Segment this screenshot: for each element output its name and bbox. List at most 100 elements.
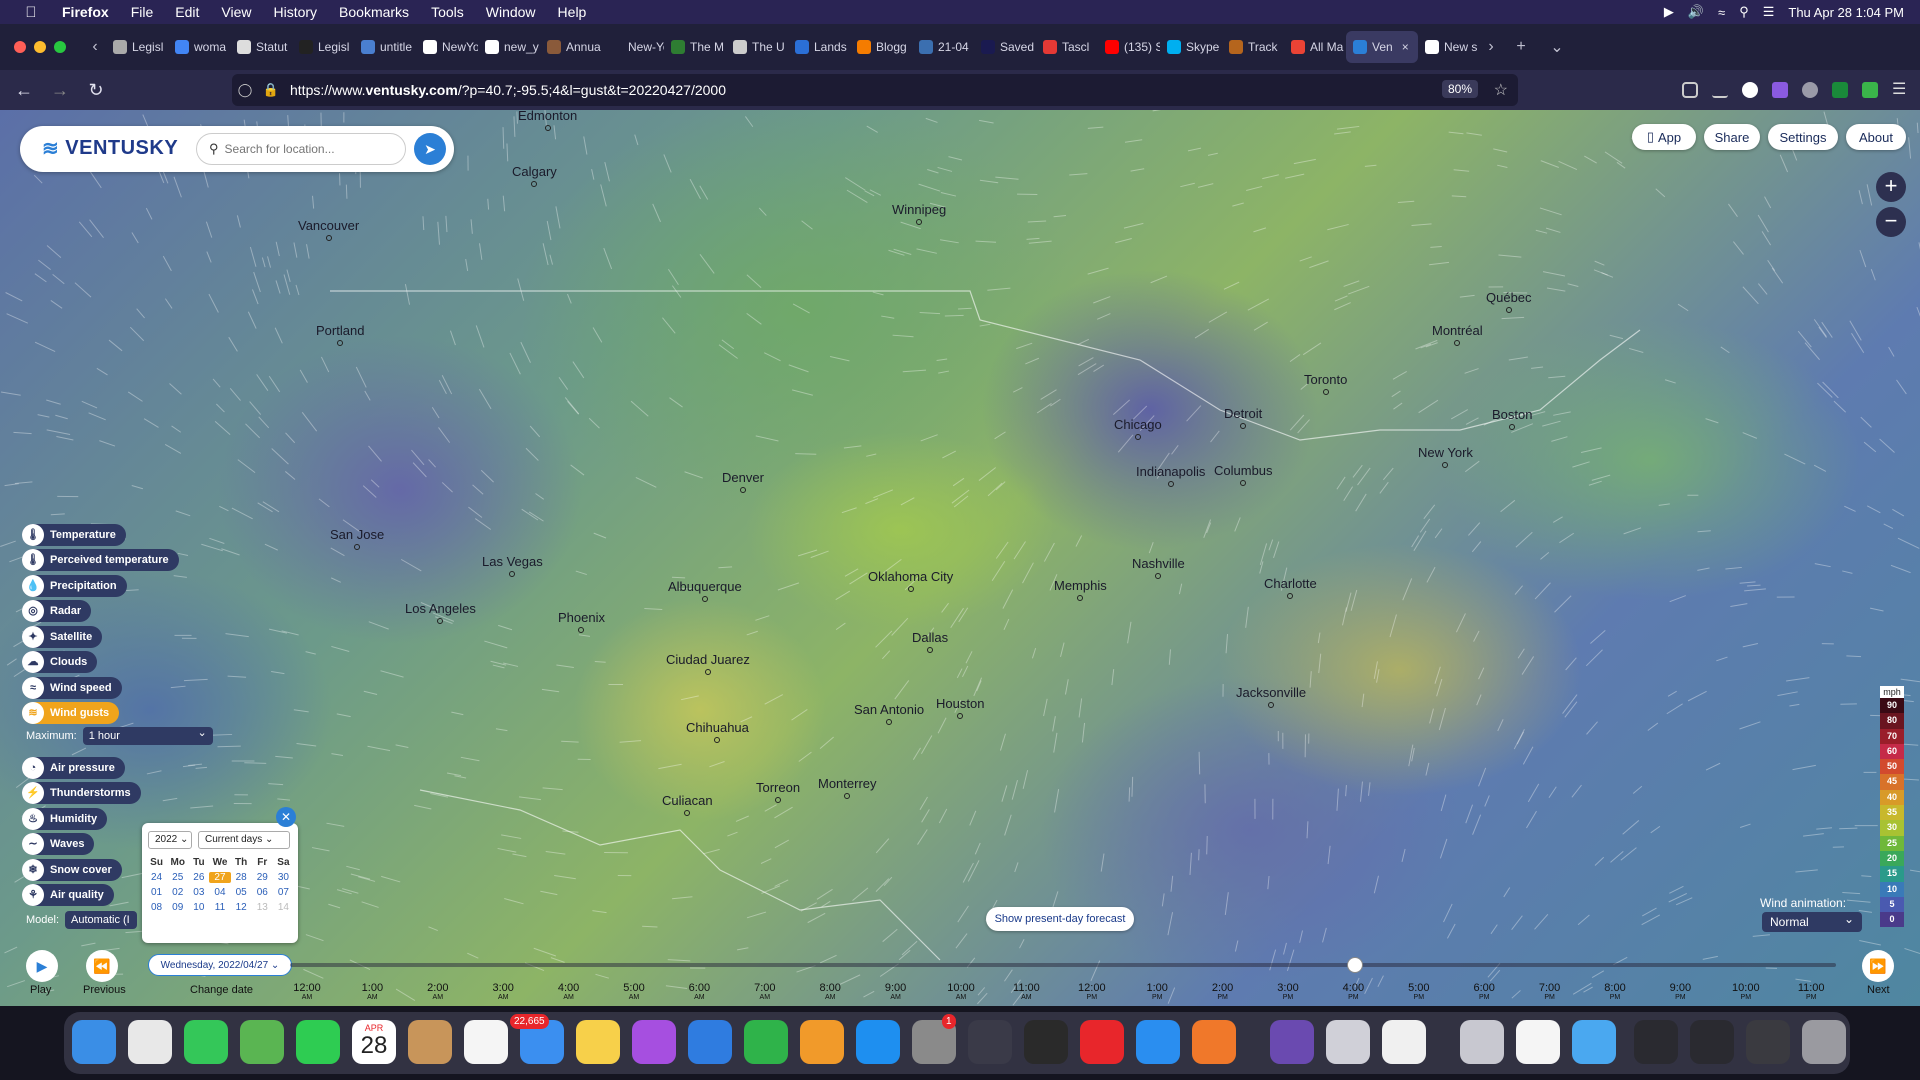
- menu-window[interactable]: Window: [486, 4, 536, 20]
- timeline-hour[interactable]: 2:00 AM: [413, 982, 463, 1002]
- notes-icon[interactable]: [576, 1020, 620, 1064]
- layer-air-pressure[interactable]: ◔ Air pressure: [22, 757, 125, 779]
- system-preferences-icon[interactable]: 1: [912, 1014, 956, 1064]
- timeline-hour[interactable]: 11:00 PM: [1786, 982, 1836, 1002]
- menu-app-name[interactable]: Firefox: [62, 4, 109, 20]
- layer-humidity[interactable]: ♨ Humidity: [22, 808, 108, 830]
- browser-tab[interactable]: NewYo: [416, 31, 478, 63]
- extension-layers-icon[interactable]: [1802, 82, 1818, 98]
- calendar-day[interactable]: 07: [273, 887, 294, 898]
- calendar-day[interactable]: 29: [252, 872, 273, 883]
- ventusky-logo[interactable]: ≋ VENTUSKY: [42, 136, 178, 161]
- mail-icon[interactable]: 22,665: [510, 1014, 564, 1064]
- menu-help[interactable]: Help: [558, 4, 587, 20]
- city-label[interactable]: Phoenix: [558, 610, 605, 625]
- browser-tab[interactable]: Skype: [1160, 31, 1222, 63]
- city-label[interactable]: Québec: [1486, 290, 1532, 305]
- city-label[interactable]: Los Angeles: [405, 601, 476, 616]
- browser-tab[interactable]: Ven ×: [1346, 31, 1418, 63]
- menu-bookmarks[interactable]: Bookmarks: [339, 4, 409, 20]
- timeline-hour[interactable]: 5:00 PM: [1394, 982, 1444, 1002]
- document-icon[interactable]: [1516, 1020, 1560, 1064]
- browser-tab[interactable]: untitle: [354, 31, 416, 63]
- city-label[interactable]: Portland: [316, 323, 364, 338]
- calendar-day[interactable]: 05: [231, 887, 252, 898]
- calculator-stack-icon[interactable]: [1746, 1020, 1790, 1064]
- layer-thunderstorms[interactable]: ⚡ Thunderstorms: [22, 782, 141, 804]
- city-label[interactable]: Oklahoma City: [868, 569, 953, 584]
- timeline-hour[interactable]: 1:00 PM: [1132, 982, 1182, 1002]
- messages-icon[interactable]: [184, 1020, 228, 1064]
- menu-tools[interactable]: Tools: [431, 4, 464, 20]
- browser-tab[interactable]: New s: [1418, 31, 1480, 63]
- city-label[interactable]: Las Vegas: [482, 554, 543, 569]
- city-label[interactable]: San Antonio: [854, 702, 924, 717]
- zoom-in-button[interactable]: +: [1876, 172, 1906, 202]
- numbers-icon[interactable]: [744, 1020, 788, 1064]
- city-label[interactable]: Memphis: [1054, 578, 1107, 593]
- calendar-day[interactable]: 27: [209, 872, 231, 883]
- safari-icon[interactable]: [1136, 1020, 1180, 1064]
- city-label[interactable]: Chihuahua: [686, 720, 749, 735]
- previous-button[interactable]: ⏪: [86, 950, 118, 982]
- search-box[interactable]: ⚲: [196, 133, 406, 165]
- downloads-stack-icon[interactable]: [1460, 1020, 1504, 1064]
- calendar-day[interactable]: 24: [146, 872, 167, 883]
- reload-icon[interactable]: ↻: [78, 80, 114, 101]
- timeline-hour[interactable]: 5:00 AM: [609, 982, 659, 1002]
- city-label[interactable]: Charlotte: [1264, 576, 1317, 591]
- calendar-day[interactable]: 06: [252, 887, 273, 898]
- hamburger-menu-icon[interactable]: ☰: [1892, 82, 1908, 98]
- browser-tab[interactable]: Tascl: [1036, 31, 1098, 63]
- city-label[interactable]: Torreon: [756, 780, 800, 795]
- calendar-day[interactable]: 01: [146, 887, 167, 898]
- calendar-day[interactable]: 25: [167, 872, 188, 883]
- finder-icon[interactable]: [72, 1020, 116, 1064]
- zoom-out-button[interactable]: −: [1876, 207, 1906, 237]
- layer-air-quality[interactable]: ⚘ Air quality: [22, 884, 114, 906]
- browser-tab[interactable]: Track: [1222, 31, 1284, 63]
- calendar-day[interactable]: 12: [231, 902, 252, 913]
- timeline-hour[interactable]: 9:00 AM: [871, 982, 921, 1002]
- next-button[interactable]: ⏩: [1862, 950, 1894, 982]
- browser-tab[interactable]: new_y: [478, 31, 540, 63]
- list-all-tabs-icon[interactable]: ⌄: [1546, 37, 1568, 57]
- browser-tab[interactable]: All Ma: [1284, 31, 1346, 63]
- maximum-select[interactable]: 1 hour: [82, 724, 213, 745]
- range-select[interactable]: Current days ⌄: [198, 831, 290, 849]
- menu-clock[interactable]: Thu Apr 28 1:04 PM: [1788, 5, 1904, 20]
- reminders-icon[interactable]: [464, 1020, 508, 1064]
- city-label[interactable]: Columbus: [1214, 463, 1273, 478]
- address-bar[interactable]: ◯ 🔒 https://www.ventusky.com/?p=40.7;-95…: [232, 74, 1518, 106]
- keyboard-viewer-icon[interactable]: [1634, 1020, 1678, 1064]
- browser-tab[interactable]: (135) S: [1098, 31, 1160, 63]
- play-button[interactable]: ▶: [26, 950, 58, 982]
- tabs-scroll-left-icon[interactable]: ‹: [84, 38, 106, 56]
- city-label[interactable]: Montréal: [1432, 323, 1483, 338]
- change-date-button[interactable]: Wednesday, 2022/04/27 ⌄: [148, 954, 292, 976]
- city-label[interactable]: Albuquerque: [668, 579, 742, 594]
- fullscreen-window-icon[interactable]: [54, 41, 66, 53]
- city-label[interactable]: Denver: [722, 470, 764, 485]
- share-button[interactable]: Share: [1704, 124, 1760, 150]
- extension-green-icon[interactable]: [1832, 82, 1848, 98]
- layer-wind-speed[interactable]: ≈ Wind speed: [22, 677, 122, 699]
- timeline-hour[interactable]: 8:00 AM: [805, 982, 855, 1002]
- keyboard-viewer-icon-2[interactable]: [1690, 1020, 1734, 1064]
- city-label[interactable]: San Jose: [330, 527, 384, 542]
- calendar-day[interactable]: 04: [209, 887, 230, 898]
- browser-tab[interactable]: Annua: [540, 31, 602, 63]
- city-label[interactable]: Detroit: [1224, 406, 1262, 421]
- timeline-hour[interactable]: 6:00 AM: [674, 982, 724, 1002]
- launchpad-icon[interactable]: [128, 1020, 172, 1064]
- opera-icon[interactable]: [1080, 1020, 1124, 1064]
- timeline-hour[interactable]: 4:00 AM: [544, 982, 594, 1002]
- layer-waves[interactable]: ∼ Waves: [22, 833, 95, 855]
- calendar-day[interactable]: 02: [167, 887, 188, 898]
- timeline-track[interactable]: [290, 963, 1836, 967]
- app-store-icon[interactable]: [856, 1020, 900, 1064]
- browser-tab[interactable]: Statut: [230, 31, 292, 63]
- extension-battery-icon[interactable]: [1862, 82, 1878, 98]
- apple-menu-icon[interactable]: : [20, 4, 42, 21]
- close-window-icon[interactable]: [14, 41, 26, 53]
